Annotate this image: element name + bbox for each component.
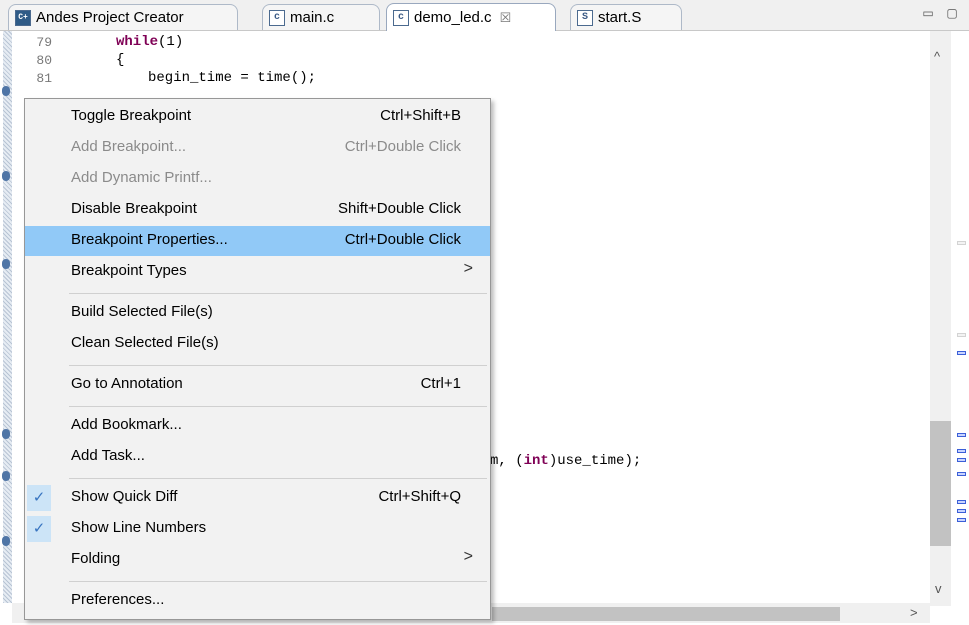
scroll-up-icon[interactable]: ^ <box>934 49 940 64</box>
menu-item-label: Folding <box>71 550 121 567</box>
menu-item-breakpoint-types[interactable]: Breakpoint Types > <box>25 257 490 287</box>
maximize-icon[interactable]: ▢ <box>945 6 959 20</box>
menu-item-shortcut: Ctrl+Shift+B <box>380 107 461 124</box>
menu-item-show-quick-diff[interactable]: ✓ Show Quick Diff Ctrl+Shift+Q <box>25 483 490 513</box>
menu-item-clean-selected-files[interactable]: Clean Selected File(s) <box>25 329 490 359</box>
annotation-ruler[interactable] <box>3 31 12 603</box>
overview-ruler-mark[interactable] <box>957 509 966 513</box>
menu-item-label: Breakpoint Types <box>71 262 187 279</box>
tab-start-s[interactable]: S start.S <box>570 4 682 30</box>
menu-item-shortcut: Ctrl+Double Click <box>344 138 461 155</box>
menu-item-toggle-breakpoint[interactable]: Toggle Breakpoint Ctrl+Shift+B <box>25 102 490 132</box>
breakpoint-marker-icon[interactable] <box>2 171 10 181</box>
submenu-arrow-icon: > <box>463 548 473 565</box>
menu-item-label: Preferences... <box>71 591 165 608</box>
menu-separator <box>69 478 487 479</box>
overview-ruler-mark[interactable] <box>957 351 966 355</box>
overview-ruler-mark[interactable] <box>957 449 966 453</box>
tab-label: demo_led.c <box>414 9 492 26</box>
code-line[interactable]: m, (int)use_time); <box>490 453 641 469</box>
scroll-right-icon[interactable]: > <box>910 605 918 620</box>
tab-label: start.S <box>598 9 642 26</box>
line-number: 80 <box>36 53 52 68</box>
menu-separator <box>69 406 487 407</box>
menu-item-disable-breakpoint[interactable]: Disable Breakpoint Shift+Double Click <box>25 195 490 225</box>
menu-item-go-to-annotation[interactable]: Go to Annotation Ctrl+1 <box>25 370 490 400</box>
close-tab-icon[interactable]: ☒ <box>500 10 512 26</box>
menu-item-label: Clean Selected File(s) <box>71 334 219 351</box>
overview-ruler-mark[interactable] <box>957 518 966 522</box>
horizontal-scrollbar-thumb[interactable] <box>492 607 840 621</box>
menu-item-label: Add Breakpoint... <box>71 138 187 155</box>
breakpoint-marker-icon[interactable] <box>2 429 10 439</box>
vertical-scrollbar-thumb[interactable] <box>930 421 951 546</box>
menu-item-breakpoint-properties[interactable]: Breakpoint Properties... Ctrl+Double Cli… <box>25 226 490 256</box>
code-line[interactable]: { <box>116 52 124 68</box>
menu-item-label: Toggle Breakpoint <box>71 107 192 124</box>
menu-item-build-selected-files[interactable]: Build Selected File(s) <box>25 298 490 328</box>
menu-item-label: Build Selected File(s) <box>71 303 213 320</box>
menu-separator <box>69 581 487 582</box>
line-number: 81 <box>36 71 52 86</box>
ruler-context-menu: Toggle Breakpoint Ctrl+Shift+B Add Break… <box>24 98 491 620</box>
menu-separator <box>69 365 487 366</box>
tab-main-c[interactable]: c main.c <box>262 4 380 30</box>
menu-item-label: Add Dynamic Printf... <box>71 169 212 186</box>
tab-demo-led-c[interactable]: c demo_led.c ☒ <box>386 3 556 31</box>
overview-ruler-mark[interactable] <box>957 500 966 504</box>
code-text: (1) <box>158 34 184 50</box>
menu-item-label: Add Task... <box>71 447 145 464</box>
menu-item-shortcut: Ctrl+Shift+Q <box>378 488 461 505</box>
code-line[interactable]: begin_time = time(); <box>148 70 316 86</box>
minimize-icon[interactable]: ▭ <box>921 6 935 20</box>
code-keyword: int <box>523 453 549 469</box>
breakpoint-marker-icon[interactable] <box>2 86 10 96</box>
menu-item-label: Add Bookmark... <box>71 416 182 433</box>
tab-andes-project-creator[interactable]: C+ Andes Project Creator <box>8 4 238 30</box>
breakpoint-marker-icon[interactable] <box>2 536 10 546</box>
breakpoint-marker-icon[interactable] <box>2 471 10 481</box>
asm-file-icon: S <box>577 9 593 26</box>
menu-item-add-bookmark[interactable]: Add Bookmark... <box>25 411 490 441</box>
checkmark-icon: ✓ <box>27 516 51 542</box>
editor-tab-bar: C+ Andes Project Creator c main.c c demo… <box>0 0 969 31</box>
scroll-down-icon[interactable]: v <box>935 581 942 596</box>
menu-item-label: Go to Annotation <box>71 375 183 392</box>
menu-item-shortcut: Shift+Double Click <box>338 200 461 217</box>
code-line[interactable]: while(1) <box>116 34 183 50</box>
code-keyword: while <box>116 34 159 50</box>
menu-item-show-line-numbers[interactable]: ✓ Show Line Numbers <box>25 514 490 544</box>
menu-item-add-task[interactable]: Add Task... <box>25 442 490 472</box>
menu-item-folding[interactable]: Folding > <box>25 545 490 575</box>
menu-item-add-breakpoint: Add Breakpoint... Ctrl+Double Click <box>25 133 490 163</box>
menu-item-label: Show Quick Diff <box>71 488 178 505</box>
menu-item-shortcut: Ctrl+Double Click <box>344 231 461 248</box>
menu-separator <box>69 293 487 294</box>
cpp-project-icon: C+ <box>15 9 31 26</box>
menu-item-label: Breakpoint Properties... <box>71 231 228 248</box>
c-file-icon: c <box>393 9 409 26</box>
menu-item-shortcut: Ctrl+1 <box>420 375 461 392</box>
menu-item-label: Disable Breakpoint <box>71 200 197 217</box>
overview-ruler-mark[interactable] <box>957 241 966 245</box>
menu-item-add-dynamic-printf: Add Dynamic Printf... <box>25 164 490 194</box>
checkmark-icon: ✓ <box>27 485 51 511</box>
tab-label: main.c <box>290 9 335 26</box>
menu-item-label: Show Line Numbers <box>71 519 207 536</box>
code-text: )use_time); <box>548 453 642 469</box>
overview-ruler-mark[interactable] <box>957 458 966 462</box>
overview-ruler-mark[interactable] <box>957 472 966 476</box>
breakpoint-marker-icon[interactable] <box>2 259 10 269</box>
menu-item-preferences[interactable]: Preferences... <box>25 586 490 616</box>
overview-ruler-mark[interactable] <box>957 333 966 337</box>
c-file-icon: c <box>269 9 285 26</box>
code-text: m, ( <box>490 453 524 469</box>
overview-ruler-mark[interactable] <box>957 433 966 437</box>
line-number: 79 <box>36 35 52 50</box>
submenu-arrow-icon: > <box>463 260 473 277</box>
tab-label: Andes Project Creator <box>36 9 184 26</box>
